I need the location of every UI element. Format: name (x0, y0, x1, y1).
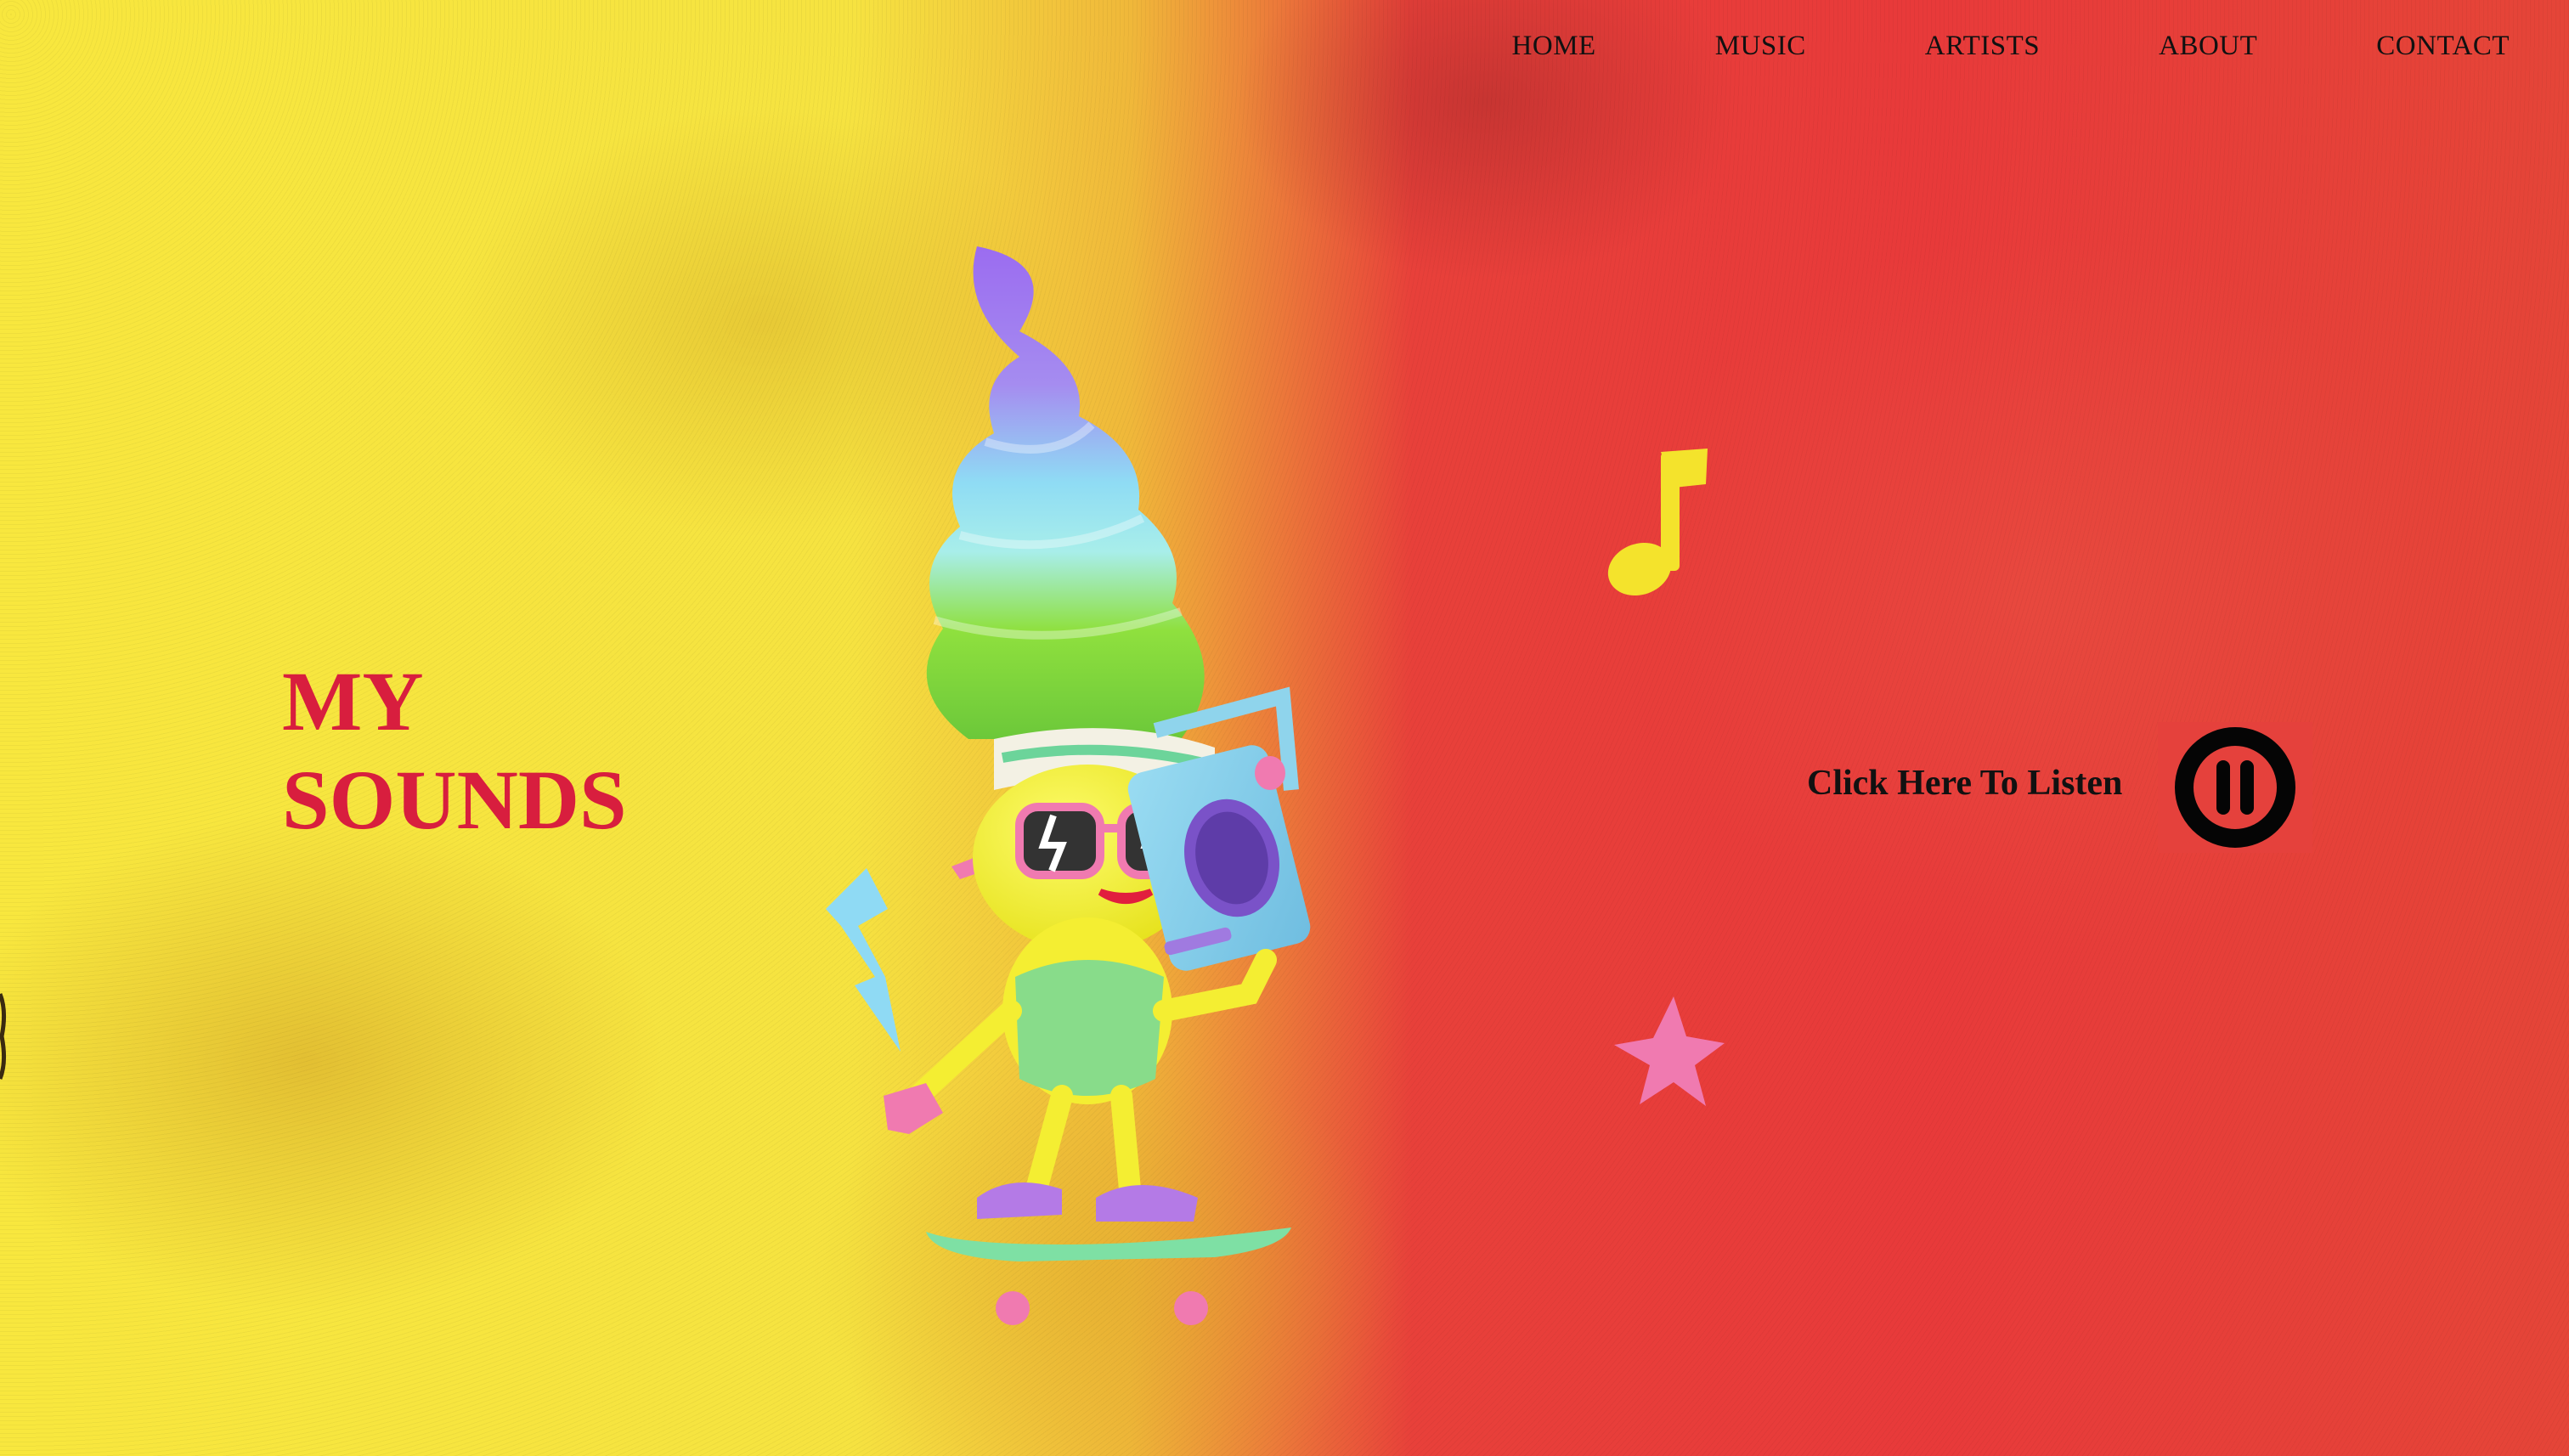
nav-item-music[interactable]: MUSIC (1715, 31, 1806, 62)
edge-fragment-decoration (0, 993, 7, 1080)
hero-title-line1: MY (282, 654, 424, 748)
nav-item-contact[interactable]: CONTACT (2376, 31, 2510, 62)
star-icon (1614, 996, 1725, 1106)
lightning-icon (826, 868, 901, 1052)
hero-illustration (826, 246, 1725, 1325)
skateboard (926, 1227, 1291, 1325)
music-note-icon (1607, 449, 1708, 596)
nav-item-artists[interactable]: ARTISTS (1925, 31, 2040, 62)
play-pause-button[interactable] (2158, 722, 2312, 853)
nav-item-about[interactable]: ABOUT (2159, 31, 2257, 62)
listen-cta-link[interactable]: Click Here To Listen (1807, 763, 2122, 804)
hero-title-line2: SOUNDS (282, 753, 627, 847)
hero-title: MY SOUNDS (282, 652, 627, 849)
pause-icon (2175, 727, 2295, 848)
top-nav: HOME MUSIC ARTISTS ABOUT CONTACT (1512, 31, 2510, 62)
ice-cream-swirl (926, 246, 1205, 739)
nav-item-home[interactable]: HOME (1512, 31, 1596, 62)
